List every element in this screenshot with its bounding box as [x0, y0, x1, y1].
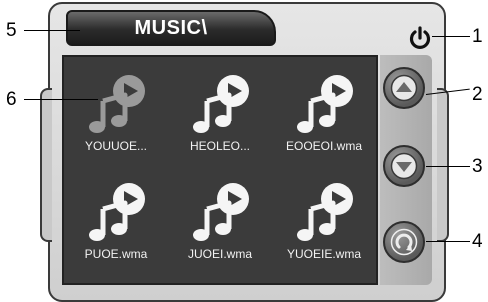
folder-title: MUSIC\	[134, 16, 208, 39]
file-item[interactable]: PUOE.wma	[64, 175, 168, 283]
arrow-up-icon	[390, 74, 418, 102]
callout-line-3	[426, 166, 470, 167]
callout-number-6: 6	[6, 89, 17, 110]
device-side-bump-right	[437, 88, 449, 242]
device-side-bump-left	[40, 88, 52, 242]
scroll-down-button[interactable]	[383, 145, 425, 187]
file-browser-panel: YOUUOE... HEOLEO... EOOEOI.wma PUOE.wma …	[62, 55, 378, 285]
file-name: YUOEIE.wma	[286, 247, 361, 261]
folder-title-tab: MUSIC\	[66, 10, 276, 46]
music-file-icon	[297, 75, 353, 133]
callout-line-1	[432, 36, 470, 37]
file-name: JUOEI.wma	[187, 247, 252, 261]
callout-line-4	[426, 241, 470, 242]
callout-number-5: 5	[6, 20, 17, 41]
file-item[interactable]: JUOEI.wma	[168, 175, 272, 283]
file-name: EOOEOI.wma	[285, 139, 362, 153]
callout-line-5	[24, 30, 80, 31]
file-item[interactable]: YUOEIE.wma	[272, 175, 376, 283]
music-file-icon	[89, 183, 145, 241]
file-grid: YOUUOE... HEOLEO... EOOEOI.wma PUOE.wma …	[64, 67, 376, 283]
callout-number-3: 3	[472, 156, 483, 177]
scroll-up-button[interactable]	[383, 67, 425, 109]
file-name: HEOLEO...	[189, 139, 251, 153]
music-file-icon	[89, 75, 145, 133]
file-item[interactable]: YOUUOE...	[64, 67, 168, 175]
back-button[interactable]	[383, 221, 425, 263]
power-icon	[409, 26, 431, 49]
file-item[interactable]: HEOLEO...	[168, 67, 272, 175]
file-name: YOUUOE...	[84, 139, 147, 153]
rotate-back-icon	[390, 228, 418, 256]
callout-number-1: 1	[472, 26, 483, 47]
file-name: PUOE.wma	[84, 247, 148, 261]
file-item[interactable]: EOOEOI.wma	[272, 67, 376, 175]
callout-number-2: 2	[472, 84, 483, 105]
power-button[interactable]	[404, 22, 436, 54]
music-file-icon	[193, 75, 249, 133]
callout-line-6	[24, 99, 98, 100]
callout-number-4: 4	[472, 231, 483, 252]
music-file-icon	[297, 183, 353, 241]
music-file-icon	[193, 183, 249, 241]
arrow-down-icon	[390, 152, 418, 180]
